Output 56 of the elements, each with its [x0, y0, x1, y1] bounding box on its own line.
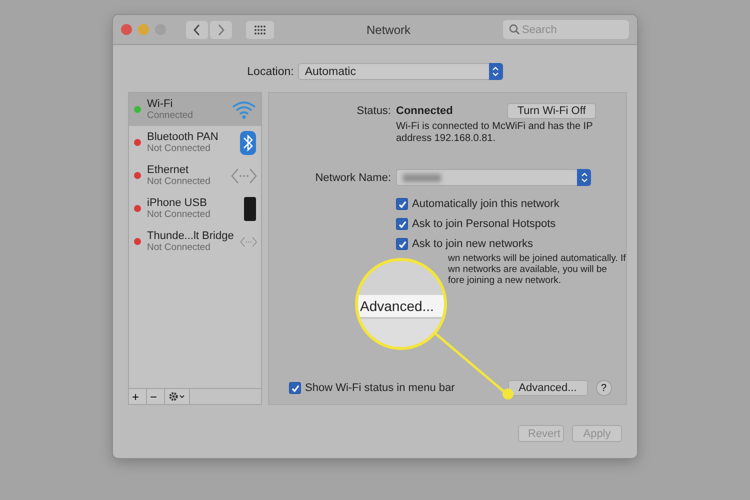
gear-menu-button[interactable] [165, 389, 190, 404]
wifi-icon [231, 100, 257, 120]
checkbox-label: Show Wi-Fi status in menu bar [305, 382, 455, 394]
bluetooth-icon [239, 130, 257, 156]
service-item[interactable]: Bluetooth PAN Not Connected [129, 126, 261, 159]
stepper-arrows-icon [488, 63, 503, 80]
search-field[interactable]: Search [503, 20, 629, 39]
service-name: Ethernet [147, 164, 190, 176]
status-description: Wi-Fi is connected to McWiFi and has the IP address 192.168.0.81. [396, 121, 594, 145]
network-name-label: Network Name: [314, 172, 391, 184]
add-button[interactable]: + [129, 389, 147, 404]
checkbox-label: Ask to join new networks [412, 238, 534, 250]
service-item[interactable]: Wi-Fi Connected [129, 93, 261, 126]
search-icon [509, 24, 520, 35]
service-status: Not Connected [147, 242, 212, 254]
note-text: wn networks will be joined automatically. If [448, 253, 626, 264]
location-dropdown[interactable]: Automatic [298, 63, 503, 80]
service-name: Bluetooth PAN [147, 130, 220, 142]
turn-wifi-off-button[interactable]: Turn Wi-Fi Off [507, 103, 596, 119]
chevron-left-icon [193, 24, 201, 36]
checkbox[interactable] [396, 198, 408, 210]
chevron-right-icon [217, 24, 225, 36]
grid-icon [254, 24, 266, 34]
service-item[interactable]: iPhone USB Not Connected [129, 192, 261, 225]
stepper-arrows-icon [577, 169, 591, 186]
service-status: Not Connected [147, 142, 212, 154]
service-name: Thunde...lt Bridge [147, 230, 234, 242]
status-label: Status: [356, 105, 391, 117]
checkbox-label: Automatically join this network [412, 198, 560, 210]
location-label: Location: [247, 66, 294, 78]
back-button[interactable] [186, 20, 208, 38]
window-title: Network [365, 22, 412, 36]
help-button[interactable]: ? [596, 380, 612, 396]
checkbox[interactable] [289, 382, 301, 394]
phone-icon [243, 196, 257, 222]
service-name: Wi-Fi [147, 98, 174, 110]
checkbox[interactable] [396, 218, 408, 230]
ethernet-icon [231, 166, 257, 184]
advanced-button[interactable]: Advanced... [508, 380, 588, 396]
service-status: Not Connected [147, 208, 212, 220]
status-value: Connected [396, 105, 453, 117]
blurred-text [403, 174, 441, 182]
grid-button[interactable] [246, 20, 274, 38]
checkbox-label: Ask to join Personal Hotspots [412, 218, 556, 230]
note-text: wn networks are available, you will be [448, 264, 608, 275]
forward-button[interactable] [210, 20, 232, 38]
magnified-text: Advanced... [358, 295, 444, 319]
network-name-dropdown[interactable] [396, 169, 591, 186]
note-text: fore joining a new network. [448, 275, 562, 286]
checkbox[interactable] [396, 238, 408, 250]
service-name: iPhone USB [147, 196, 208, 208]
service-status: Connected [147, 110, 194, 122]
remove-button[interactable]: − [147, 389, 165, 404]
service-item[interactable]: Thunde...lt Bridge Not Connected [129, 225, 261, 258]
service-status: Not Connected [147, 176, 212, 188]
service-item[interactable]: Ethernet Not Connected [129, 159, 261, 192]
